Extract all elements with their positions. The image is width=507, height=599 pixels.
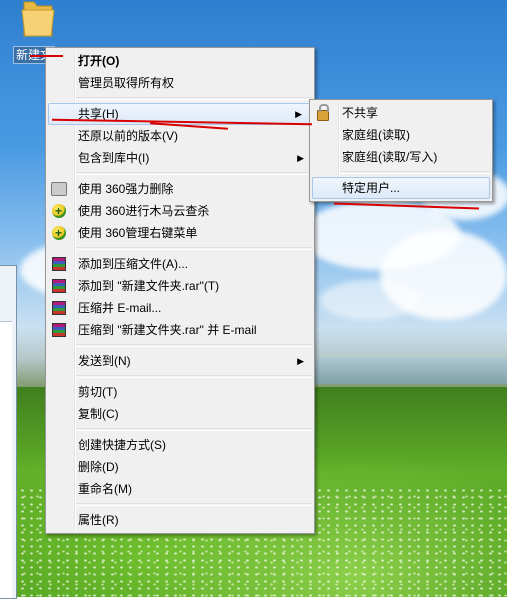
context_menu-item-6[interactable]: 使用 360进行木马云查杀 — [46, 200, 314, 222]
menu-item-label: 压缩到 "新建文件夹.rar" 并 E-mail — [78, 323, 257, 337]
menu-item-label: 打开(O) — [78, 54, 120, 68]
menu-item-label: 家庭组(读取) — [342, 128, 410, 142]
share_submenu-item-0[interactable]: 不共享 — [310, 102, 492, 124]
share_submenu-item-1[interactable]: 家庭组(读取) — [310, 124, 492, 146]
menu-item-label: 使用 360进行木马云查杀 — [78, 204, 210, 218]
menu-separator — [76, 97, 312, 100]
menu-item-label: 剪切(T) — [78, 385, 118, 399]
context_menu-item-5[interactable]: 使用 360强力删除 — [46, 178, 314, 200]
menu-separator — [76, 428, 312, 431]
menu-separator — [76, 172, 312, 175]
submenu-arrow-icon: ▶ — [297, 356, 304, 366]
menu-item-label: 属性(R) — [78, 513, 119, 527]
menu-item-label: 压缩并 E-mail... — [78, 301, 162, 315]
context_menu-item-9[interactable]: 添加到 "新建文件夹.rar"(T) — [46, 275, 314, 297]
menu-item-label: 使用 360管理右键菜单 — [78, 226, 198, 240]
menu-separator — [340, 171, 490, 174]
menu-item-label: 包含到库中(I) — [78, 151, 150, 165]
menu-item-label: 不共享 — [342, 106, 379, 120]
folder-icon — [21, 1, 55, 37]
share_submenu-item-3[interactable]: 特定用户... — [312, 177, 490, 199]
360-shredder-icon — [51, 181, 67, 197]
menu-item-label: 还原以前的版本(V) — [78, 129, 178, 143]
winrar-icon — [51, 256, 67, 272]
lake — [300, 358, 507, 384]
submenu-arrow-icon: ▶ — [295, 109, 302, 119]
context_menu-item-0[interactable]: 打开(O) — [46, 50, 314, 72]
menu-separator — [76, 247, 312, 250]
submenu-arrow-icon: ▶ — [297, 153, 304, 163]
winrar-icon — [51, 278, 67, 294]
menu-item-label: 添加到压缩文件(A)... — [78, 257, 188, 271]
menu-item-label: 特定用户... — [342, 181, 401, 195]
context_menu-item-8[interactable]: 添加到压缩文件(A)... — [46, 253, 314, 275]
context_menu-item-15[interactable]: 创建快捷方式(S) — [46, 434, 314, 456]
share_submenu-item-2[interactable]: 家庭组(读取/写入) — [310, 146, 492, 168]
menu-item-label: 删除(D) — [78, 460, 119, 474]
menu-item-label: 发送到(N) — [78, 354, 131, 368]
menu-item-label: 使用 360强力删除 — [78, 182, 174, 196]
context_menu-item-7[interactable]: 使用 360管理右键菜单 — [46, 222, 314, 244]
context_menu-item-14[interactable]: 复制(C) — [46, 403, 314, 425]
menu-separator — [76, 344, 312, 347]
explorer-window-content — [0, 321, 12, 598]
context_menu-item-10[interactable]: 压缩并 E-mail... — [46, 297, 314, 319]
context_menu-item-11[interactable]: 压缩到 "新建文件夹.rar" 并 E-mail — [46, 319, 314, 341]
winrar-icon — [51, 300, 67, 316]
360-security-icon — [51, 222, 67, 244]
annotation-underline-folder — [30, 55, 63, 57]
context_menu-item-12[interactable]: 发送到(N) ▶ — [46, 350, 314, 372]
menu-separator — [76, 375, 312, 378]
menu-item-label: 重命名(M) — [78, 482, 132, 496]
winrar-icon — [51, 322, 67, 338]
menu-item-label: 家庭组(读取/写入) — [342, 150, 438, 164]
menu-item-label: 添加到 "新建文件夹.rar"(T) — [78, 279, 220, 293]
menu-item-label: 管理员取得所有权 — [78, 76, 175, 90]
menu-separator — [76, 503, 312, 506]
menu-item-label: 复制(C) — [78, 407, 119, 421]
explorer-window-edge — [0, 265, 17, 599]
context_menu-item-4[interactable]: 包含到库中(I) ▶ — [46, 147, 314, 169]
context_menu-item-1[interactable]: 管理员取得所有权 — [46, 72, 314, 94]
menu-item-label: 创建快捷方式(S) — [78, 438, 166, 452]
context_menu-item-16[interactable]: 删除(D) — [46, 456, 314, 478]
lock-icon — [315, 104, 331, 121]
context_menu-item-3[interactable]: 还原以前的版本(V) — [46, 125, 314, 147]
context_menu-item-18[interactable]: 属性(R) — [46, 509, 314, 531]
context_menu-item-17[interactable]: 重命名(M) — [46, 478, 314, 500]
share-submenu: 不共享家庭组(读取) 家庭组(读取/写入) 特定用户... — [309, 99, 493, 202]
context_menu-item-13[interactable]: 剪切(T) — [46, 381, 314, 403]
360-security-icon — [51, 200, 67, 222]
